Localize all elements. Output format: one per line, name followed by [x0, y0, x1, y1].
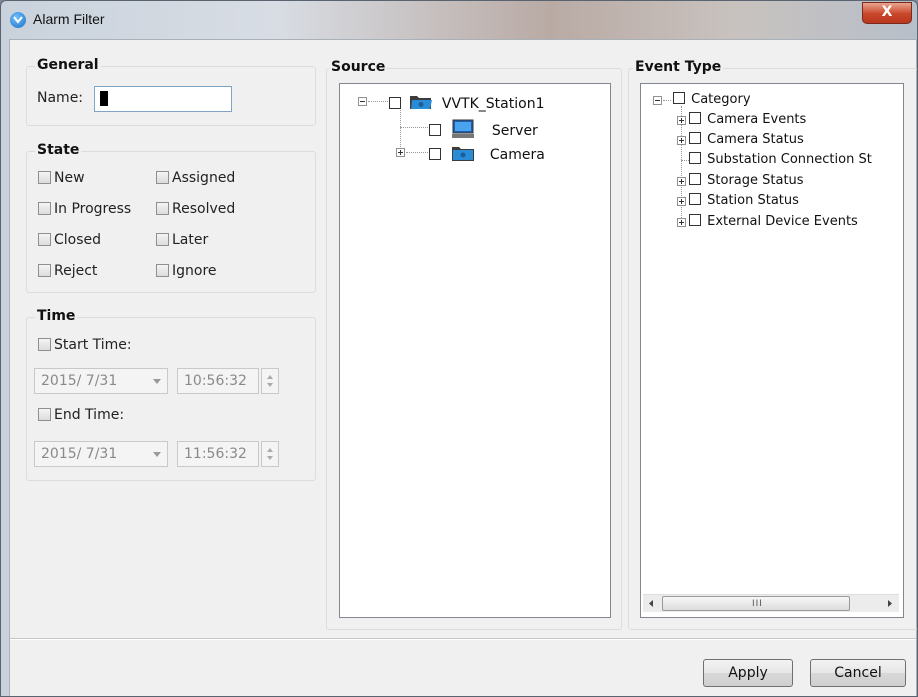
- state-ignore-checkbox[interactable]: Ignore: [156, 263, 217, 279]
- expand-icon[interactable]: [396, 148, 405, 157]
- state-new-checkbox[interactable]: New: [38, 170, 85, 186]
- tree-checkbox[interactable]: [673, 92, 685, 104]
- start-time-field[interactable]: 10:56:32: [177, 368, 259, 394]
- spin-down-icon: [267, 456, 273, 460]
- event-node-camera-events[interactable]: Camera Events: [689, 112, 806, 127]
- end-date-picker[interactable]: 2015/ 7/31: [34, 441, 168, 467]
- tree-checkbox[interactable]: [689, 152, 701, 164]
- collapse-icon[interactable]: [358, 97, 367, 106]
- state-closed-checkbox[interactable]: Closed: [38, 232, 101, 248]
- scroll-right-icon[interactable]: [881, 595, 898, 612]
- footer-separator: [10, 638, 916, 640]
- horizontal-scrollbar[interactable]: III: [643, 594, 899, 612]
- expand-icon[interactable]: [677, 177, 686, 186]
- event-node-category[interactable]: Category: [673, 92, 751, 107]
- event-type-legend: Event Type: [633, 59, 724, 75]
- expand-icon[interactable]: [677, 136, 686, 145]
- end-time-spinner[interactable]: [261, 441, 279, 467]
- collapse-icon[interactable]: [653, 96, 662, 105]
- state-legend: State: [35, 142, 82, 158]
- close-icon: X: [881, 4, 893, 20]
- state-later-checkbox[interactable]: Later: [156, 232, 208, 248]
- expand-icon[interactable]: [677, 197, 686, 206]
- folder-camera-icon: [452, 147, 475, 161]
- window-title: Alarm Filter: [33, 11, 105, 27]
- name-label: Name:: [37, 90, 84, 106]
- tree-checkbox[interactable]: [689, 193, 701, 205]
- event-node-external-device-events[interactable]: External Device Events: [689, 214, 858, 229]
- cancel-button[interactable]: Cancel: [810, 659, 906, 687]
- text-caret: [100, 91, 108, 106]
- event-node-camera-status[interactable]: Camera Status: [689, 132, 804, 147]
- state-assigned-checkbox[interactable]: Assigned: [156, 170, 235, 186]
- title-bar: Alarm Filter X: [1, 1, 917, 39]
- event-node-substation-connection[interactable]: Substation Connection St: [689, 152, 872, 167]
- tree-checkbox[interactable]: [689, 173, 701, 185]
- event-node-storage-status[interactable]: Storage Status: [689, 173, 804, 188]
- tree-checkbox[interactable]: [689, 214, 701, 226]
- state-resolved-checkbox[interactable]: Resolved: [156, 201, 235, 217]
- tree-checkbox[interactable]: [689, 132, 701, 144]
- app-icon: [10, 12, 26, 28]
- event-type-tree[interactable]: Category Camera Events Camera Status Sub…: [640, 83, 904, 618]
- spin-down-icon: [267, 383, 273, 387]
- name-input[interactable]: [94, 86, 232, 112]
- scroll-thumb[interactable]: III: [662, 596, 850, 611]
- tree-checkbox[interactable]: [429, 124, 441, 136]
- source-node-camera[interactable]: Camera: [429, 144, 545, 163]
- tree-checkbox[interactable]: [429, 148, 441, 160]
- source-tree[interactable]: VVTK_Station1 Server Camera: [339, 83, 611, 618]
- chevron-down-icon: [153, 379, 161, 384]
- time-legend: Time: [35, 308, 78, 324]
- end-time-checkbox[interactable]: End Time:: [38, 407, 124, 423]
- apply-button[interactable]: Apply: [703, 659, 793, 687]
- close-button[interactable]: X: [862, 2, 912, 24]
- start-time-spinner[interactable]: [261, 368, 279, 394]
- source-node-server[interactable]: Server: [429, 119, 538, 139]
- dialog-body: General Name: State New Assigned In Prog…: [9, 39, 917, 696]
- source-node-station[interactable]: VVTK_Station1: [389, 93, 544, 112]
- start-date-picker[interactable]: 2015/ 7/31: [34, 368, 168, 394]
- spin-up-icon: [267, 375, 273, 379]
- state-in-progress-checkbox[interactable]: In Progress: [38, 201, 131, 217]
- monitor-icon: [452, 119, 475, 138]
- folder-camera-icon: [410, 96, 433, 109]
- alarm-filter-window: Alarm Filter X General Name: State New A…: [0, 0, 918, 697]
- spin-up-icon: [267, 448, 273, 452]
- tree-checkbox[interactable]: [689, 112, 701, 124]
- source-legend: Source: [329, 59, 388, 75]
- state-reject-checkbox[interactable]: Reject: [38, 263, 97, 279]
- chevron-down-icon: [153, 452, 161, 457]
- scroll-grip: III: [752, 599, 763, 609]
- end-time-field[interactable]: 11:56:32: [177, 441, 259, 467]
- event-node-station-status[interactable]: Station Status: [689, 193, 799, 208]
- scroll-left-icon[interactable]: [643, 595, 660, 612]
- general-legend: General: [35, 57, 101, 73]
- start-time-checkbox[interactable]: Start Time:: [38, 337, 132, 353]
- expand-icon[interactable]: [677, 218, 686, 227]
- tree-checkbox[interactable]: [389, 97, 401, 109]
- expand-icon[interactable]: [677, 116, 686, 125]
